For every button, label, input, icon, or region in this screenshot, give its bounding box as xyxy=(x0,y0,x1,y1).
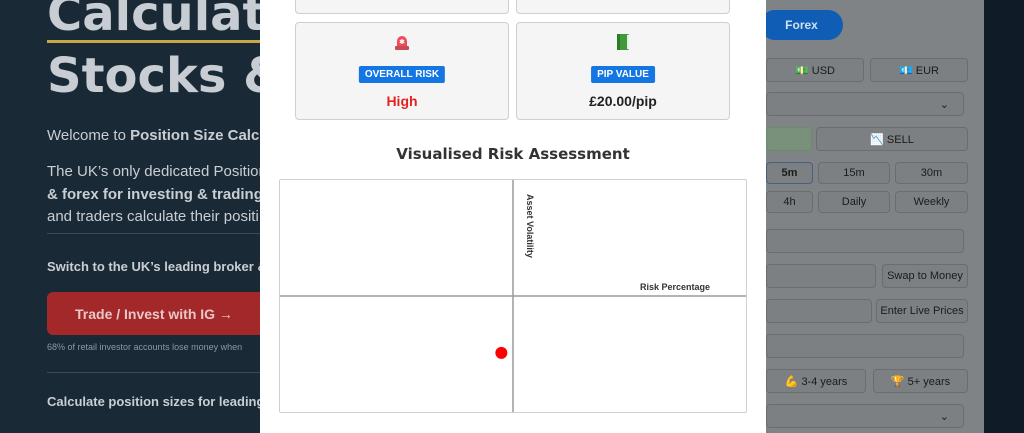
overall-risk-badge: OVERALL RISK xyxy=(358,66,446,83)
intro-line3: and traders calculate their positi xyxy=(47,208,259,225)
input-field[interactable] xyxy=(766,299,872,323)
y-axis-label: Asset Volatility xyxy=(525,194,535,258)
select-dropdown[interactable]: ⌄ xyxy=(766,92,964,116)
timeframe-daily[interactable]: Daily xyxy=(818,191,890,213)
sell-button[interactable]: 📉 SELL xyxy=(816,127,968,151)
timeframe-15m[interactable]: 15m xyxy=(818,162,890,184)
input-field[interactable] xyxy=(766,264,876,288)
intro-line2: & forex for investing & trading. xyxy=(47,186,260,203)
timeframe-4h[interactable]: 4h xyxy=(766,191,813,213)
timeframe-weekly[interactable]: Weekly xyxy=(895,191,968,213)
experience-5plus-button[interactable]: 🏆 5+ years xyxy=(873,369,968,393)
timeframe-5m[interactable]: 5m xyxy=(766,162,813,184)
chevron-down-icon: ⌄ xyxy=(939,98,949,111)
pip-value-value: £20.00/pip xyxy=(589,93,657,109)
risk-chart-svg: Asset Volatility Risk Percentage xyxy=(280,180,746,412)
currency-usd-button[interactable]: 💵 USD xyxy=(766,58,864,82)
page-edge xyxy=(984,0,1024,433)
welcome-text: Welcome to Position Size Calcul xyxy=(47,127,260,144)
switch-text: Switch to the UK’s leading broker & xyxy=(47,259,260,274)
enter-live-prices-button[interactable]: Enter Live Prices xyxy=(876,299,968,323)
input-field[interactable] xyxy=(766,334,964,358)
hero-heading-line1: Calculator xyxy=(47,0,260,42)
input-field[interactable] xyxy=(766,229,964,253)
intro-line2-bold: & forex for investing & trading. xyxy=(47,186,260,203)
overall-risk-card: OVERALL RISK High xyxy=(295,22,509,120)
trade-invest-button[interactable]: Trade / Invest with IG → xyxy=(47,292,260,335)
overall-risk-value: High xyxy=(386,93,418,109)
risk-point xyxy=(495,346,508,359)
chart-title: Visualised Risk Assessment xyxy=(396,145,630,163)
buy-button[interactable] xyxy=(766,127,812,151)
pip-value-card: PIP VALUE £20.00/pip xyxy=(516,22,730,120)
swap-to-money-button[interactable]: Swap to Money xyxy=(882,264,968,288)
experience-3-4-button[interactable]: 💪 3-4 years xyxy=(766,369,866,393)
risk-chart: Asset Volatility Risk Percentage xyxy=(279,179,747,413)
siren-icon xyxy=(395,36,409,50)
divider xyxy=(47,233,260,234)
welcome-prefix: Welcome to xyxy=(47,127,131,144)
tab-forex[interactable]: Forex xyxy=(760,10,843,40)
x-axis-label: Risk Percentage xyxy=(640,282,710,292)
divider xyxy=(47,372,260,373)
intro-line1: The UK’s only dedicated Position xyxy=(47,163,260,180)
result-card xyxy=(295,0,509,14)
hero-heading-line2: Stocks & xyxy=(47,48,260,104)
pip-value-badge: PIP VALUE xyxy=(591,66,655,83)
green-book-icon xyxy=(617,34,629,50)
risk-warning: 68% of retail investor accounts lose mon… xyxy=(47,342,243,352)
hero-panel: Calculator Stocks & Welcome to Position … xyxy=(0,0,260,433)
currency-eur-button[interactable]: 💶 EUR xyxy=(870,58,968,82)
chevron-down-icon: ⌄ xyxy=(939,410,949,423)
heading-underline xyxy=(47,40,260,43)
timeframe-30m[interactable]: 30m xyxy=(895,162,968,184)
select-dropdown[interactable]: ⌄ xyxy=(766,404,964,428)
result-card xyxy=(516,0,730,14)
welcome-bold: Position Size Calcul xyxy=(130,127,260,144)
results-modal: OVERALL RISK High PIP VALUE £20.00/pip V… xyxy=(260,0,766,433)
calc-heading: Calculate position sizes for leading U xyxy=(47,394,260,409)
